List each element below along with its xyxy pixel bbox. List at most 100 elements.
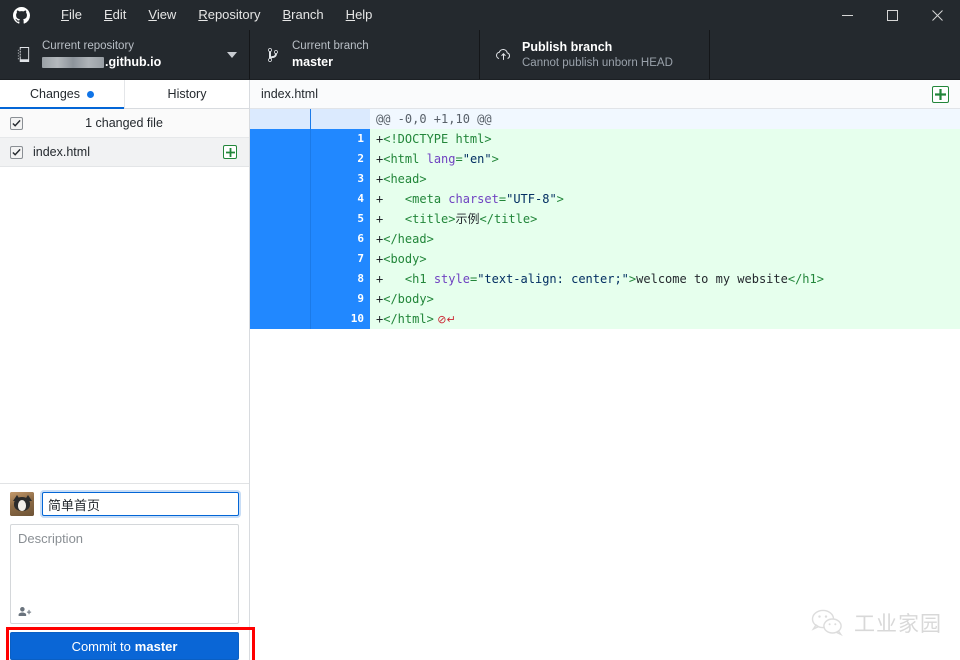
diff-line-code: + <title>示例</title>	[370, 209, 960, 229]
diff-gutter-old-line	[250, 169, 310, 189]
publish-branch-button[interactable]: Publish branch Cannot publish unborn HEA…	[480, 30, 710, 79]
diff-gutter-old-line	[250, 309, 310, 329]
diff-line-code: +<!DOCTYPE html>	[370, 129, 960, 149]
redacted-owner-name	[42, 56, 104, 68]
diff-line-code: + <h1 style="text-align: center;">welcom…	[370, 269, 960, 289]
title-bar: File Edit View Repository Branch Help	[0, 0, 960, 30]
menu-file[interactable]: File	[50, 3, 93, 27]
hunk-header-text: @@ -0,0 +1,10 @@	[370, 109, 960, 129]
commit-description-box[interactable]: Description	[10, 524, 239, 624]
changed-files-header: 1 changed file	[0, 109, 249, 138]
diff-line-added[interactable]: 5 + <title>示例</title>	[250, 209, 960, 229]
file-status-added-icon	[223, 145, 237, 159]
commit-button-branch: master	[134, 638, 178, 654]
current-repository-value: .github.io	[42, 54, 225, 70]
diff-gutter-new-line: 10	[310, 309, 370, 329]
diff-line-code: +</head>	[370, 229, 960, 249]
diff-gutter-old-line	[250, 209, 310, 229]
changed-files-count: 1 changed file	[85, 116, 163, 130]
current-repository-button[interactable]: Current repository .github.io	[0, 30, 250, 79]
diff-hunk-header-row: @@ -0,0 +1,10 @@	[250, 109, 960, 129]
diff-line-added[interactable]: 3 +<head>	[250, 169, 960, 189]
current-repository-label: Current repository	[42, 40, 135, 52]
commit-summary-row	[10, 490, 241, 518]
hunk-gutter-new	[310, 109, 370, 129]
diff-line-added[interactable]: 2 +<html lang="en">	[250, 149, 960, 169]
github-mark-icon	[6, 0, 36, 30]
sidebar-tabs: Changes History	[0, 80, 249, 109]
diff-gutter-new-line: 6	[310, 229, 370, 249]
branch-icon	[260, 47, 286, 63]
add-coauthor-icon[interactable]	[18, 606, 32, 618]
diff-gutter-new-line: 9	[310, 289, 370, 309]
window-controls	[825, 0, 960, 30]
diff-gutter-old-line	[250, 149, 310, 169]
diff-lines-container: 1 +<!DOCTYPE html> 2 +<html lang="en"> 3 +<he…	[250, 129, 960, 329]
commit-to-master-button[interactable]: Commit to master	[10, 632, 239, 660]
diff-gutter-new-line: 5	[310, 209, 370, 229]
diff-line-added[interactable]: 8 + <h1 style="text-align: center;">welco…	[250, 269, 960, 289]
diff-gutter-old-line	[250, 269, 310, 289]
publish-branch-subtitle: Cannot publish unborn HEAD	[522, 56, 673, 69]
diff-line-added[interactable]: 7 +<body>	[250, 249, 960, 269]
tab-changes-label: Changes	[29, 87, 81, 101]
menu-branch[interactable]: Branch	[271, 3, 334, 27]
cloud-upload-icon	[490, 48, 516, 61]
repository-name-suffix: .github.io	[105, 55, 162, 69]
select-all-checkbox[interactable]	[10, 116, 23, 130]
diff-line-added[interactable]: 6 +</head>	[250, 229, 960, 249]
diff-line-code: + <meta charset="UTF-8">	[370, 189, 960, 209]
diff-body: @@ -0,0 +1,10 @@ 1 +<!DOCTYPE html> 2 +<htm…	[250, 109, 960, 329]
diff-line-code: +<html lang="en">	[370, 149, 960, 169]
chevron-down-icon	[225, 51, 239, 58]
current-branch-value: master	[292, 55, 333, 69]
commit-summary-input[interactable]	[40, 490, 241, 518]
diff-gutter-old-line	[250, 189, 310, 209]
file-name: index.html	[33, 145, 90, 159]
tab-history[interactable]: History	[125, 80, 249, 108]
diff-line-added[interactable]: 10 +</html> ⊘↵	[250, 309, 960, 329]
diff-line-code: +</body>	[370, 289, 960, 309]
repo-icon	[10, 47, 36, 62]
diff-gutter-new-line: 7	[310, 249, 370, 269]
diff-empty-space	[250, 329, 960, 660]
diff-header: index.html	[250, 80, 960, 109]
menu-file-rest: ile	[68, 7, 82, 22]
menu-repository[interactable]: Repository	[187, 3, 271, 27]
minimize-icon[interactable]	[825, 0, 870, 30]
menu-view[interactable]: View	[137, 3, 187, 27]
commit-button-prefix: Commit to	[71, 638, 131, 654]
menu-help[interactable]: Help	[335, 3, 384, 27]
expand-all-icon[interactable]	[932, 85, 949, 103]
diff-gutter-new-line: 2	[310, 149, 370, 169]
current-repository-text: Current repository .github.io	[36, 39, 225, 70]
diff-gutter-old-line	[250, 129, 310, 149]
avatar	[10, 492, 34, 516]
maximize-icon[interactable]	[870, 0, 915, 30]
diff-line-added[interactable]: 1 +<!DOCTYPE html>	[250, 129, 960, 149]
no-newline-icon: ⊘↵	[433, 313, 456, 326]
menu-bar: File Edit View Repository Branch Help	[50, 3, 383, 27]
diff-gutter-old-line	[250, 249, 310, 269]
changes-sidebar: Changes History 1 changed file index.htm…	[0, 80, 255, 660]
diff-line-code: +</html> ⊘↵	[370, 309, 960, 329]
diff-gutter-old-line	[250, 289, 310, 309]
diff-gutter-new-line: 1	[310, 129, 370, 149]
close-icon[interactable]	[915, 0, 960, 30]
tab-changes[interactable]: Changes	[0, 80, 125, 109]
diff-line-code: +<body>	[370, 249, 960, 269]
menu-edit[interactable]: Edit	[93, 3, 137, 27]
current-branch-label: Current branch	[292, 40, 369, 52]
list-item[interactable]: index.html	[0, 138, 249, 167]
diff-line-added[interactable]: 9 +</body>	[250, 289, 960, 309]
main-content: Changes History 1 changed file index.htm…	[0, 80, 960, 660]
diff-gutter-new-line: 4	[310, 189, 370, 209]
publish-branch-text: Publish branch Cannot publish unborn HEA…	[516, 39, 699, 71]
toolbar-empty-region	[710, 30, 960, 79]
diff-gutter-new-line: 3	[310, 169, 370, 189]
file-checkbox[interactable]	[10, 145, 23, 159]
diff-panel: index.html @@ -0,0 +1,10 @@ 1 +<!DOCTYPE …	[250, 80, 960, 660]
current-branch-button[interactable]: Current branch master	[250, 30, 480, 79]
diff-line-added[interactable]: 4 + <meta charset="UTF-8">	[250, 189, 960, 209]
github-desktop-window: File Edit View Repository Branch Help Cu…	[0, 0, 960, 660]
